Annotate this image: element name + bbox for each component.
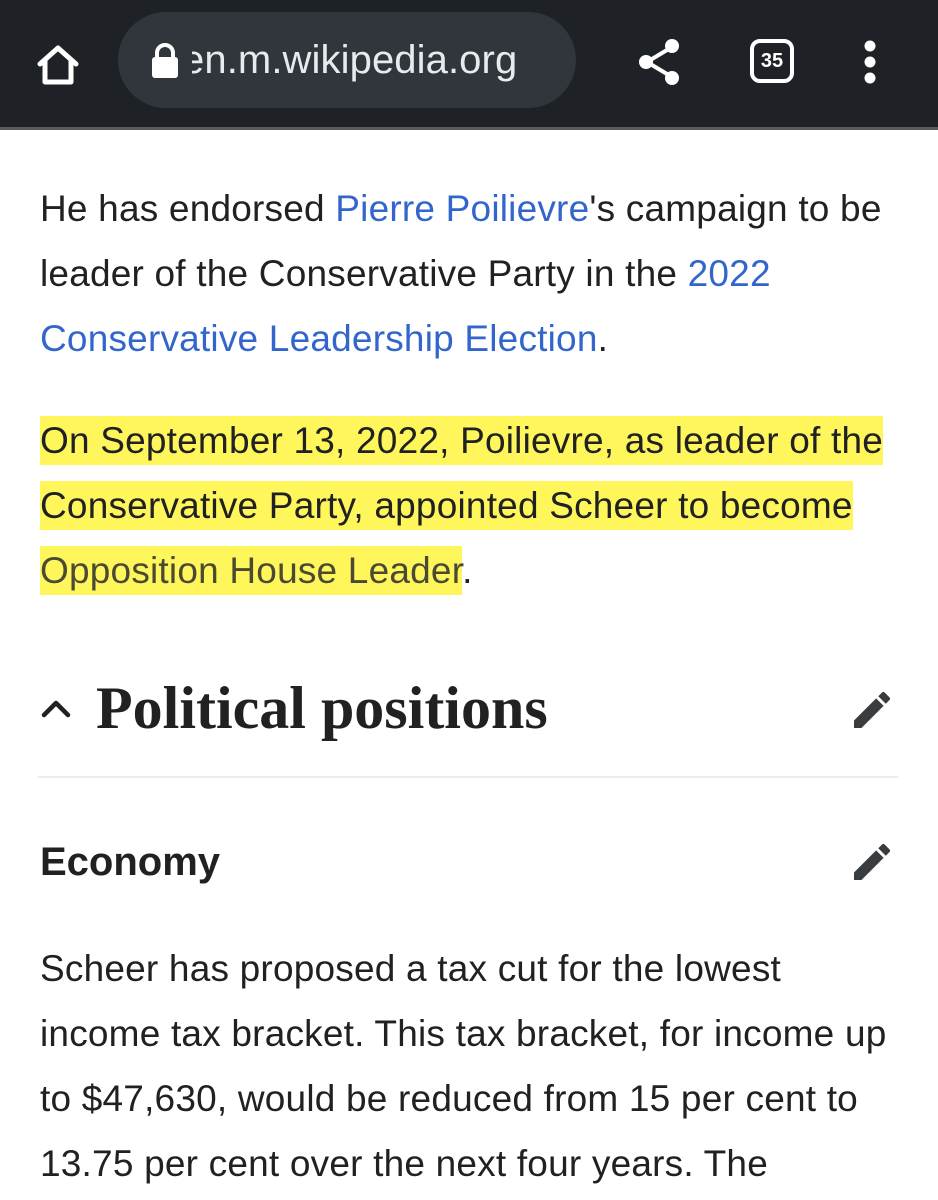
lock-icon xyxy=(152,43,178,78)
section-heading-political-positions[interactable]: Political positions xyxy=(38,666,900,756)
tabs-button[interactable]: 35 xyxy=(750,39,794,83)
link-pierre-poilievre[interactable]: Pierre Poilievre xyxy=(335,188,589,229)
chevron-up-icon[interactable] xyxy=(38,692,74,722)
pencil-icon[interactable] xyxy=(848,838,896,886)
paragraph-appointment: On September 13, 2022, Poilievre, as lea… xyxy=(40,408,910,603)
home-icon xyxy=(37,45,79,85)
link-opposition-house-leader[interactable]: Opposition House Leader xyxy=(40,550,462,591)
home-button[interactable] xyxy=(30,38,86,92)
address-bar[interactable]: en.m.wikipedia.org xyxy=(118,12,576,108)
text-run: . xyxy=(462,550,473,591)
url-text: en.m.wikipedia.org xyxy=(192,38,518,82)
section-title: Political positions xyxy=(96,675,548,741)
paragraph-endorsement: He has endorsed Pierre Poilievre's campa… xyxy=(40,176,910,371)
text-run: . xyxy=(597,318,609,359)
browser-toolbar: en.m.wikipedia.org 35 xyxy=(0,0,938,128)
text-run: He has endorsed xyxy=(40,188,336,229)
paragraph-economy: Scheer has proposed a tax cut for the lo… xyxy=(40,948,887,1184)
toolbar-divider xyxy=(0,127,938,130)
pencil-icon[interactable] xyxy=(848,686,896,734)
text-run: On September 13, 2022, Poilievre, as lea… xyxy=(40,420,884,526)
tabs-count: 35 xyxy=(760,50,784,72)
share-icon[interactable] xyxy=(632,34,688,90)
section-divider xyxy=(38,776,898,778)
subsection-title: Economy xyxy=(40,840,221,884)
more-vert-icon[interactable] xyxy=(850,36,890,92)
